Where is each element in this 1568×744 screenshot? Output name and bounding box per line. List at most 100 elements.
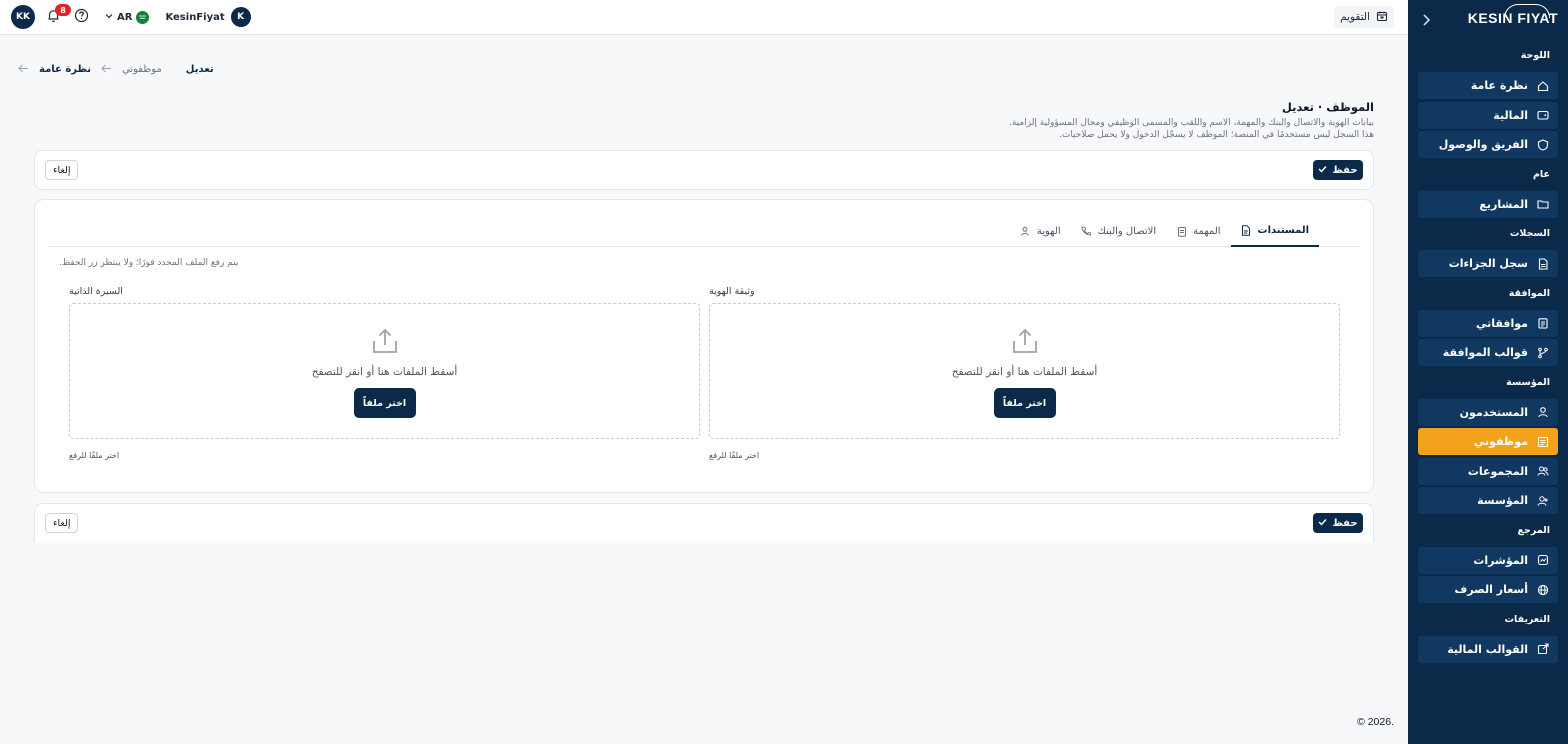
user-icon bbox=[1020, 226, 1031, 237]
save-button-label: حفظ bbox=[1332, 164, 1358, 176]
language-selector[interactable]: AR bbox=[99, 6, 155, 28]
tab-identity[interactable]: الهوية bbox=[1010, 216, 1071, 246]
help-button[interactable] bbox=[71, 7, 91, 27]
sidebar-item-label: المالية bbox=[1493, 108, 1528, 122]
organization-avatar: K bbox=[230, 7, 251, 27]
sidebar-item-my-employees[interactable]: موظفوني bbox=[1418, 428, 1558, 455]
external-icon bbox=[1536, 642, 1550, 656]
sidebar-item-team-access[interactable]: الفريق والوصول bbox=[1418, 131, 1558, 158]
calendar-label: التقويم bbox=[1340, 11, 1370, 23]
choose-file-button[interactable]: اختر ملفاً bbox=[993, 388, 1056, 418]
phone-icon bbox=[1081, 226, 1092, 237]
bottom-action-bar: حفظ إلغاء bbox=[34, 503, 1374, 543]
user-icon bbox=[1536, 405, 1550, 419]
help-circle-icon bbox=[74, 8, 89, 26]
wallet-icon bbox=[1536, 108, 1550, 122]
organization-switcher[interactable]: KesinFiyat K bbox=[165, 7, 251, 27]
branch-icon bbox=[1536, 346, 1550, 360]
sidebar-item-exchange-rates[interactable]: أسعار الصرف bbox=[1418, 576, 1558, 603]
check-icon bbox=[1318, 518, 1327, 529]
id-document-help-text: اختر ملفًا للرفع bbox=[709, 451, 760, 460]
home-icon bbox=[1536, 79, 1550, 93]
chevron-down-icon bbox=[105, 12, 113, 23]
documents-card: المستندات المهمة الاتصال والبنك الهوية ي… bbox=[34, 199, 1374, 493]
users-icon bbox=[1536, 464, 1550, 478]
tab-documents[interactable]: المستندات bbox=[1230, 216, 1319, 247]
logo-arc bbox=[1504, 4, 1550, 18]
sidebar-item-penalty-log[interactable]: سجل الجزاءات bbox=[1418, 250, 1558, 277]
save-button[interactable]: حفظ bbox=[1313, 513, 1363, 533]
calendar-button[interactable]: التقويم bbox=[1334, 6, 1394, 28]
language-code: AR bbox=[117, 11, 133, 23]
id-card-icon bbox=[1536, 435, 1550, 449]
upload-icon bbox=[1010, 326, 1040, 356]
copyright: © 2026. bbox=[1357, 716, 1394, 728]
notifications-button[interactable]: 8 bbox=[43, 4, 71, 27]
breadcrumb-home[interactable]: نظرة عامة bbox=[39, 64, 91, 75]
page-title: الموظف · تعديل bbox=[1281, 100, 1374, 114]
sidebar-item-organization[interactable]: المؤسسة bbox=[1418, 487, 1558, 514]
breadcrumb-section[interactable]: موظفوني bbox=[122, 64, 162, 75]
breadcrumb: نظرة عامة موظفوني تعديل bbox=[18, 63, 214, 76]
notification-badge: 8 bbox=[55, 4, 71, 16]
sidebar-item-indicators[interactable]: المؤشرات bbox=[1418, 546, 1558, 574]
sidebar-item-users[interactable]: المستخدمون bbox=[1418, 398, 1558, 426]
chart-icon bbox=[1536, 553, 1550, 567]
calendar-icon bbox=[1376, 10, 1388, 25]
user-avatar[interactable]: KK bbox=[11, 5, 35, 29]
sidebar-item-label: نظرة عامة bbox=[1470, 79, 1528, 92]
top-action-bar: حفظ إلغاء bbox=[34, 150, 1374, 190]
tab-bar: المستندات المهمة الاتصال والبنك الهوية bbox=[48, 216, 1359, 247]
sidebar-item-groups[interactable]: المجموعات bbox=[1418, 457, 1558, 485]
sidebar-item-label: سجل الجزاءات bbox=[1448, 257, 1528, 270]
tab-task[interactable]: المهمة bbox=[1166, 216, 1230, 246]
clipboard-icon bbox=[1536, 316, 1550, 330]
breadcrumb-current: تعديل bbox=[185, 64, 214, 75]
upload-hint: يتم رفع الملف المحدد فورًا؛ ولا ينتظر زر… bbox=[59, 258, 239, 268]
sidebar-item-financial-templates[interactable]: القوالب المالية bbox=[1418, 635, 1558, 663]
sidebar-item-label: القوالب المالية bbox=[1447, 642, 1528, 656]
chevron-right-icon[interactable] bbox=[1420, 13, 1432, 27]
clipboard-icon bbox=[1176, 226, 1187, 237]
page-description-note: هذا السجل ليس مستخدمًا في المنصة؛ الموظف… bbox=[1058, 130, 1374, 140]
save-button[interactable]: حفظ bbox=[1313, 160, 1363, 180]
sidebar-section-label: السجلات bbox=[1509, 228, 1550, 239]
organization-name: KesinFiyat bbox=[165, 11, 225, 23]
sidebar-item-projects[interactable]: المشاريع bbox=[1418, 190, 1558, 218]
saudi-flag-icon bbox=[136, 10, 150, 24]
shield-icon bbox=[1536, 138, 1550, 152]
upload-icon bbox=[370, 326, 400, 356]
folder-icon bbox=[1536, 197, 1550, 211]
arrow-left-icon bbox=[101, 63, 112, 76]
sidebar-item-overview[interactable]: نظرة عامة bbox=[1418, 72, 1558, 99]
sidebar-item-label: المستخدمون bbox=[1459, 405, 1528, 419]
save-button-label: حفظ bbox=[1332, 517, 1358, 529]
tab-contact-bank[interactable]: الاتصال والبنك bbox=[1071, 216, 1167, 246]
choose-file-button[interactable]: اختر ملفاً bbox=[353, 388, 416, 418]
cv-dropzone[interactable]: أسقط الملفات هنا أو انقر للتصفح اختر ملف… bbox=[69, 303, 700, 439]
cv-label: السيرة الذاتية bbox=[69, 286, 123, 297]
sidebar-item-label: موافقاتي bbox=[1476, 316, 1528, 330]
sidebar-section-label: التعريفات bbox=[1504, 613, 1551, 625]
tab-label: المستندات bbox=[1257, 225, 1309, 236]
sidebar-item-my-approvals[interactable]: موافقاتي bbox=[1418, 309, 1558, 337]
tab-label: المهمة bbox=[1193, 225, 1221, 237]
sidebar-item-finance[interactable]: المالية bbox=[1418, 101, 1558, 129]
topbar: KK 8 AR KesinFiyat K التقويم bbox=[0, 0, 1408, 35]
tab-label: الاتصال والبنك bbox=[1097, 225, 1157, 237]
cancel-button[interactable]: إلغاء bbox=[45, 513, 79, 533]
sidebar-item-approval-templates[interactable]: قوالب الموافقة bbox=[1418, 339, 1558, 366]
sidebar-section-label: الموافقة bbox=[1508, 287, 1550, 299]
sidebar-item-label: المؤسسة bbox=[1477, 494, 1528, 507]
sidebar: KESIN FIYAT اللوحة نظرة عامة المالية الف… bbox=[1408, 0, 1568, 744]
dropzone-text: أسقط الملفات هنا أو انقر للتصفح bbox=[951, 366, 1098, 378]
cancel-button[interactable]: إلغاء bbox=[45, 160, 79, 180]
sidebar-section-label: عام bbox=[1532, 168, 1550, 180]
building-icon bbox=[1536, 494, 1550, 508]
id-document-label: وثيقة الهوية bbox=[709, 286, 755, 297]
sidebar-item-label: موظفوني bbox=[1473, 435, 1528, 448]
id-document-dropzone[interactable]: أسقط الملفات هنا أو انقر للتصفح اختر ملف… bbox=[709, 303, 1340, 439]
sidebar-item-label: المؤشرات bbox=[1473, 553, 1528, 567]
logo[interactable]: KESIN FIYAT bbox=[1468, 4, 1558, 26]
sidebar-section-label: المؤسسة bbox=[1506, 376, 1550, 388]
